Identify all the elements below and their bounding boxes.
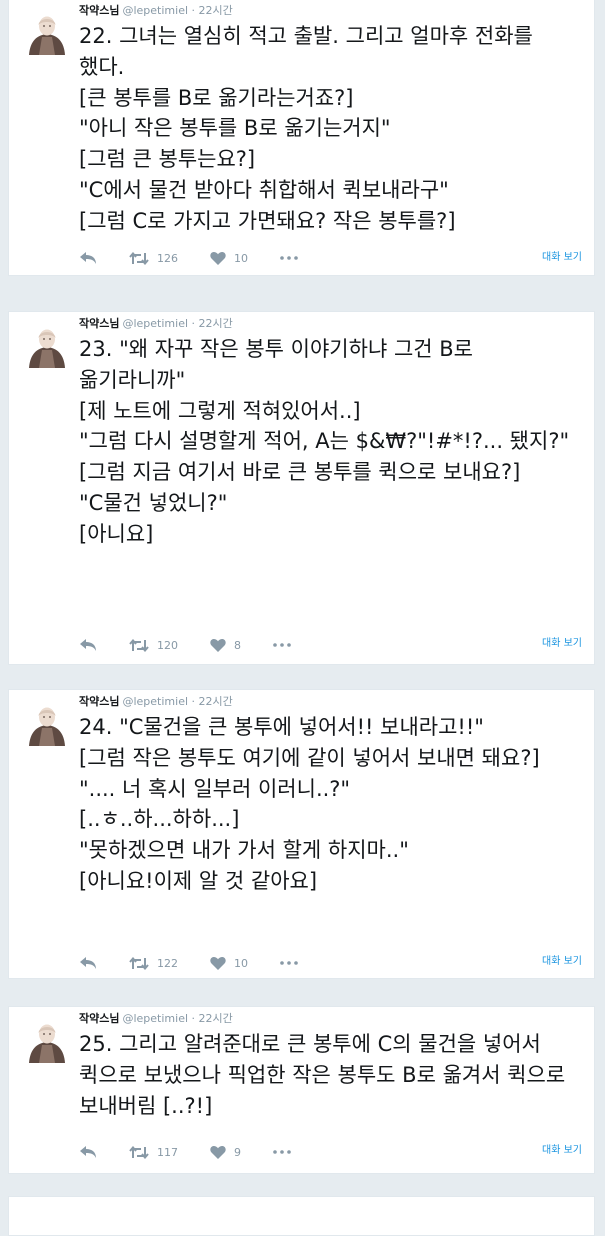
heart-icon bbox=[210, 251, 226, 265]
retweet-count: 126 bbox=[157, 251, 178, 265]
view-conversation-link[interactable]: 대화 보기 bbox=[542, 952, 582, 967]
retweet-button[interactable]: 122 bbox=[129, 956, 178, 970]
retweet-button[interactable]: 126 bbox=[129, 251, 178, 265]
more-dots-icon bbox=[280, 961, 298, 965]
tweet-text: 23. "왜 자꾸 작은 봉투 이야기하냐 그건 B로 옮기라니까" [제 노트… bbox=[79, 337, 570, 546]
author-name[interactable]: 작약스님 bbox=[79, 1012, 119, 1025]
view-conversation-link[interactable]: 대화 보기 bbox=[542, 248, 582, 263]
avatar[interactable] bbox=[23, 1021, 71, 1063]
reply-button[interactable] bbox=[79, 956, 97, 970]
retweet-count: 122 bbox=[157, 956, 178, 970]
reply-icon bbox=[80, 957, 96, 969]
tweet-card-partial[interactable] bbox=[8, 1196, 595, 1236]
tweet-text: 25. 그리고 알려준대로 큰 봉투에 C의 물건을 넣어서 퀵으로 보냈으나 … bbox=[79, 1032, 572, 1118]
retweet-icon bbox=[129, 956, 149, 970]
tweet-header: 작약스님 @lepetimiel · 22시간 bbox=[79, 2, 233, 18]
tweet-actions: 126 10 bbox=[79, 251, 330, 265]
author-handle-time[interactable]: @lepetimiel · 22시간 bbox=[122, 1012, 232, 1025]
tweet-header: 작약스님 @lepetimiel · 22시간 bbox=[79, 1010, 233, 1026]
more-dots-icon bbox=[273, 643, 291, 647]
tweet-text: 22. 그녀는 열심히 적고 출발. 그리고 얼마후 전화를 했다. [큰 봉투… bbox=[79, 24, 533, 233]
author-handle-time[interactable]: @lepetimiel · 22시간 bbox=[122, 317, 232, 330]
author-handle-time[interactable]: @lepetimiel · 22시간 bbox=[122, 4, 232, 17]
reply-button[interactable] bbox=[79, 1145, 97, 1159]
like-count: 9 bbox=[234, 1145, 241, 1159]
tweet-actions: 120 8 bbox=[79, 638, 323, 652]
tweet-actions: 122 10 bbox=[79, 956, 330, 970]
like-button[interactable]: 10 bbox=[210, 251, 248, 265]
tweet-text: 24. "C물건을 큰 봉투에 넣어서!! 보내라고!!" [그럼 작은 봉투도… bbox=[79, 715, 540, 893]
more-button[interactable] bbox=[280, 961, 298, 965]
view-conversation-link[interactable]: 대화 보기 bbox=[542, 634, 582, 649]
view-conversation-link[interactable]: 대화 보기 bbox=[542, 1141, 582, 1156]
heart-icon bbox=[210, 956, 226, 970]
retweet-button[interactable]: 117 bbox=[129, 1145, 178, 1159]
tweet-card[interactable]: 작약스님 @lepetimiel · 22시간 25. 그리고 알려준대로 큰 봉… bbox=[8, 1006, 595, 1174]
reply-icon bbox=[80, 639, 96, 651]
heart-icon bbox=[210, 638, 226, 652]
like-button[interactable]: 10 bbox=[210, 956, 248, 970]
more-button[interactable] bbox=[280, 256, 298, 260]
more-dots-icon bbox=[273, 1150, 291, 1154]
author-handle-time[interactable]: @lepetimiel · 22시간 bbox=[122, 695, 232, 708]
retweet-count: 117 bbox=[157, 1145, 178, 1159]
tweet-card[interactable]: 작약스님 @lepetimiel · 22시간 24. "C물건을 큰 봉투에 넣… bbox=[8, 689, 595, 979]
author-name[interactable]: 작약스님 bbox=[79, 317, 119, 330]
reply-button[interactable] bbox=[79, 251, 97, 265]
tweet-card[interactable]: 작약스님 @lepetimiel · 22시간 23. "왜 자꾸 작은 봉투 이… bbox=[8, 311, 595, 665]
like-count: 10 bbox=[234, 956, 248, 970]
retweet-icon bbox=[129, 638, 149, 652]
reply-icon bbox=[80, 252, 96, 264]
heart-icon bbox=[210, 1145, 226, 1159]
tweet-card[interactable]: 작약스님 @lepetimiel · 22시간 22. 그녀는 열심히 적고 출발… bbox=[8, 0, 595, 276]
avatar[interactable] bbox=[23, 326, 71, 368]
tweet-header: 작약스님 @lepetimiel · 22시간 bbox=[79, 315, 233, 331]
reply-button[interactable] bbox=[79, 638, 97, 652]
like-count: 10 bbox=[234, 251, 248, 265]
author-name[interactable]: 작약스님 bbox=[79, 695, 119, 708]
author-name[interactable]: 작약스님 bbox=[79, 4, 119, 17]
avatar[interactable] bbox=[23, 704, 71, 746]
more-button[interactable] bbox=[273, 643, 291, 647]
reply-icon bbox=[80, 1146, 96, 1158]
retweet-icon bbox=[129, 1145, 149, 1159]
avatar[interactable] bbox=[23, 13, 71, 55]
retweet-icon bbox=[129, 251, 149, 265]
like-button[interactable]: 8 bbox=[210, 638, 241, 652]
tweet-actions: 117 9 bbox=[79, 1145, 323, 1159]
more-button[interactable] bbox=[273, 1150, 291, 1154]
tweet-header: 작약스님 @lepetimiel · 22시간 bbox=[79, 693, 233, 709]
like-button[interactable]: 9 bbox=[210, 1145, 241, 1159]
more-dots-icon bbox=[280, 256, 298, 260]
retweet-button[interactable]: 120 bbox=[129, 638, 178, 652]
like-count: 8 bbox=[234, 638, 241, 652]
retweet-count: 120 bbox=[157, 638, 178, 652]
